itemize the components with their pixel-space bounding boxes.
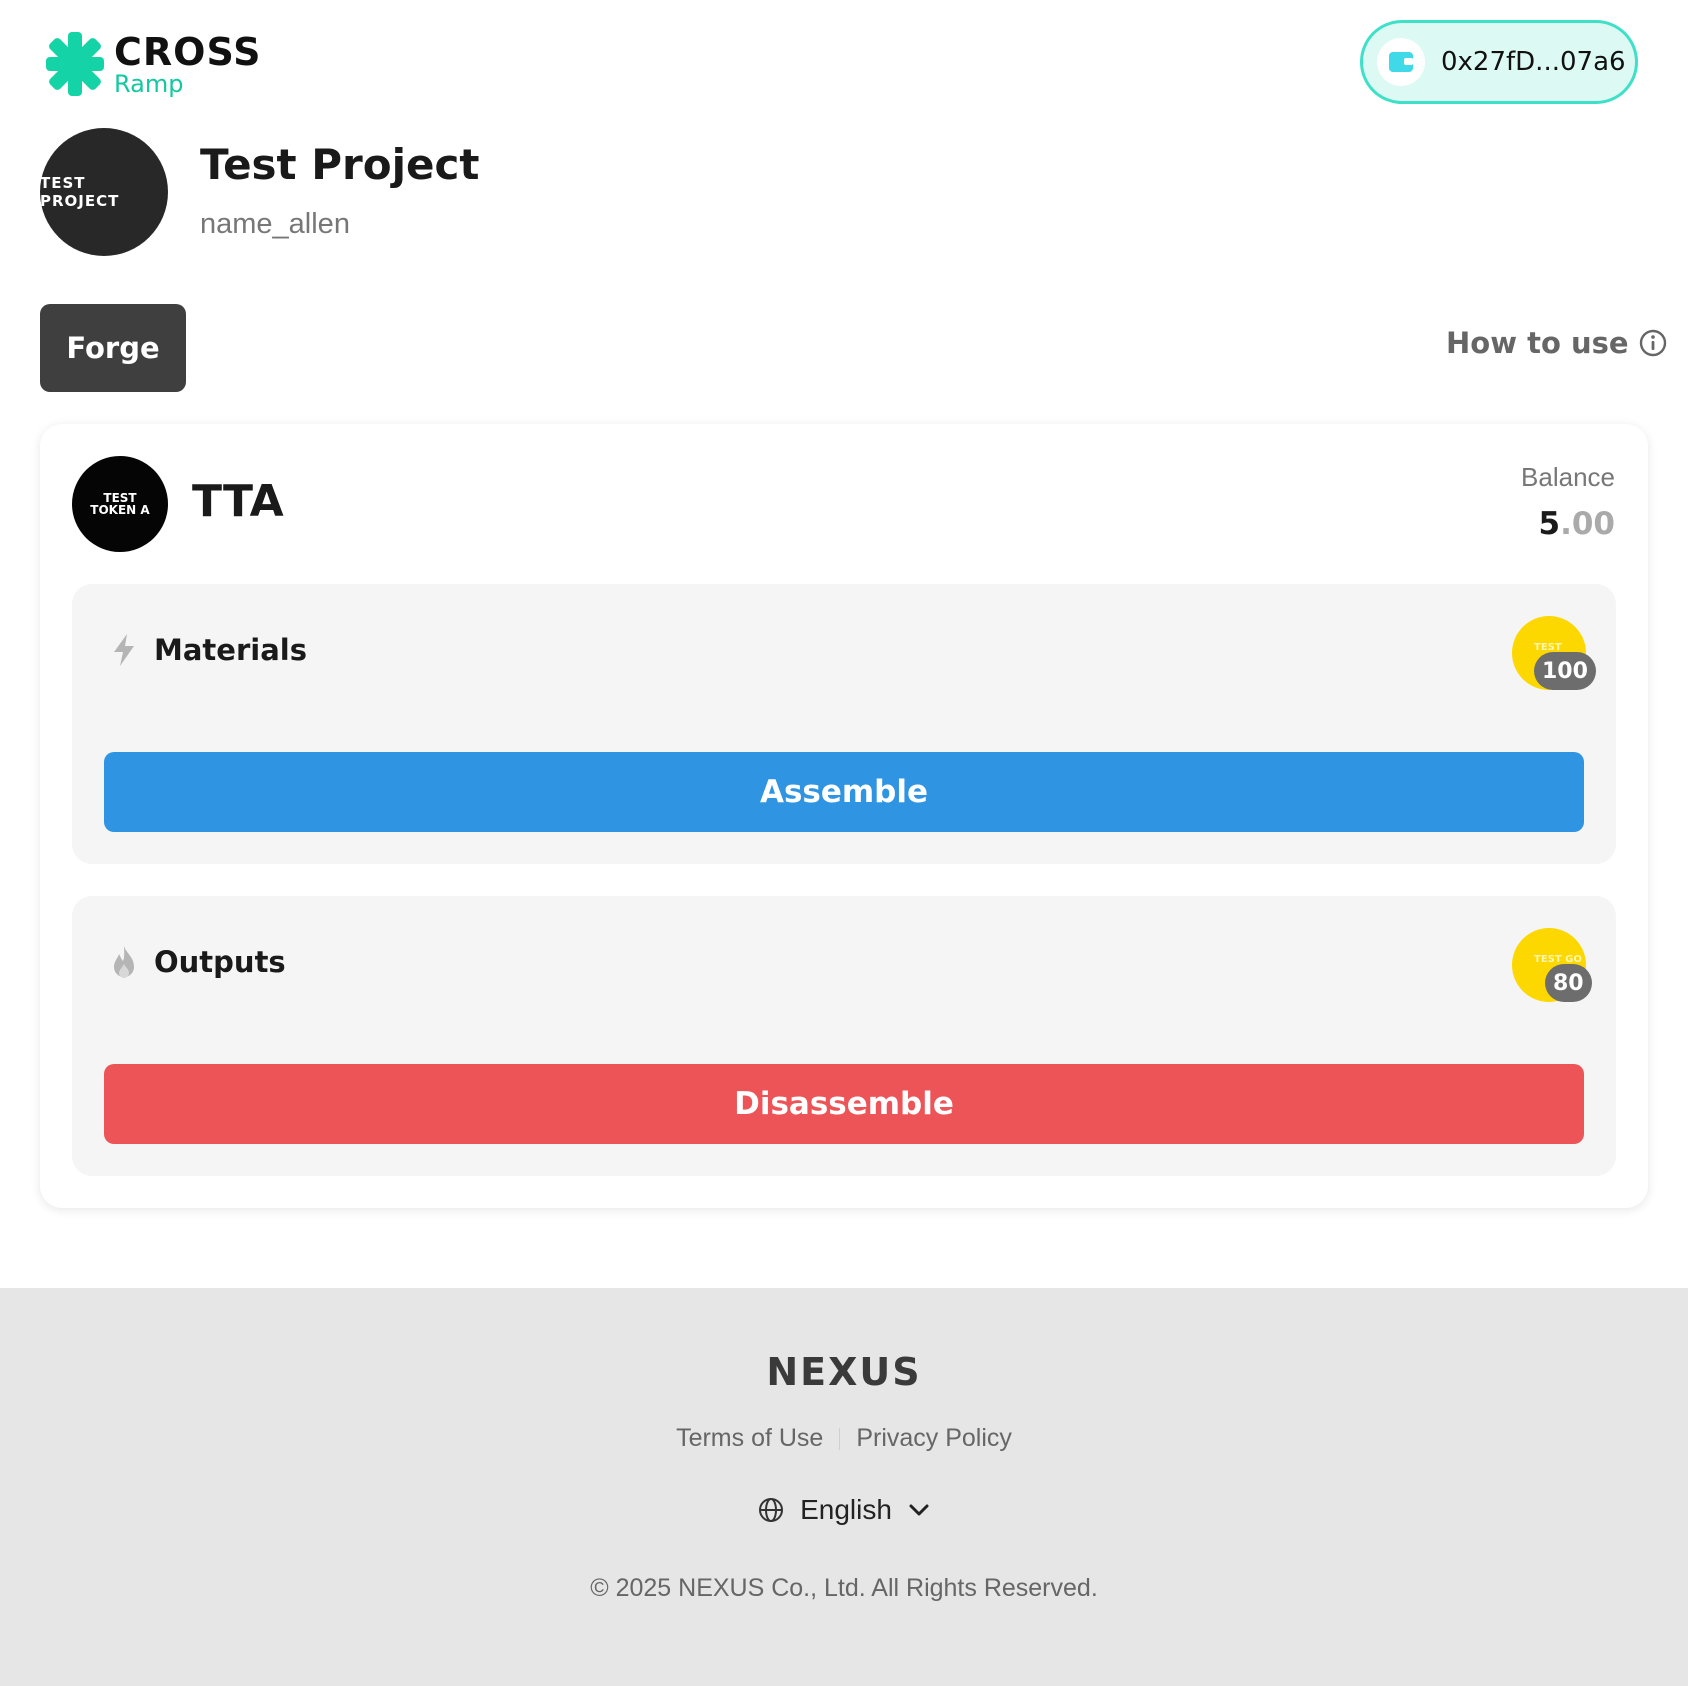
outputs-header: Outputs — [108, 944, 286, 980]
balance-value: 5.00 — [1539, 506, 1616, 542]
footer-brand-logo: NEXUS — [766, 1350, 922, 1394]
flame-icon — [114, 946, 134, 978]
outputs-title: Outputs — [154, 945, 286, 979]
how-to-use-label: How to use — [1446, 326, 1629, 360]
project-avatar-text: TEST PROJECT — [40, 174, 120, 210]
project-username: name_allen — [200, 208, 350, 240]
balance-decimal: .00 — [1560, 506, 1615, 542]
lightning-icon — [114, 634, 134, 666]
link-divider — [839, 1427, 841, 1450]
balance-integer: 5 — [1538, 506, 1561, 542]
project-title: Test Project — [200, 140, 480, 189]
chevron-down-icon — [909, 1504, 929, 1516]
how-to-use-link[interactable]: How to use — [1446, 326, 1667, 360]
footer-links: Terms of Use Privacy Policy — [0, 1424, 1688, 1453]
logo-title: CROSS — [114, 30, 262, 74]
disassemble-button[interactable]: Disassemble — [104, 1064, 1584, 1144]
logo-subtitle: Ramp — [114, 70, 184, 98]
output-quantity-badge: 80 — [1545, 964, 1592, 1002]
terms-of-use-link[interactable]: Terms of Use — [676, 1424, 823, 1453]
forge-tab-button[interactable]: Forge — [40, 304, 186, 392]
balance-label: Balance — [1521, 462, 1615, 492]
language-label: English — [800, 1494, 892, 1525]
privacy-policy-link[interactable]: Privacy Policy — [856, 1424, 1012, 1453]
logo-mark-icon — [46, 32, 104, 96]
token-name: TTA — [192, 476, 284, 527]
globe-icon — [759, 1498, 784, 1522]
materials-header: Materials — [108, 632, 307, 668]
token-avatar-line2: TOKEN A — [90, 503, 150, 517]
materials-title: Materials — [154, 633, 307, 667]
token-avatar: TEST TOKEN A — [72, 456, 168, 552]
wallet-button[interactable]: 0x27fD...07a6 — [1360, 20, 1638, 104]
project-avatar: TEST PROJECT — [40, 128, 168, 256]
wallet-icon — [1377, 38, 1425, 86]
footer — [0, 1288, 1688, 1686]
wallet-address: 0x27fD...07a6 — [1441, 47, 1626, 77]
copyright-text: © 2025 NEXUS Co., Ltd. All Rights Reserv… — [590, 1574, 1098, 1602]
language-selector[interactable]: English — [0, 1494, 1688, 1526]
assemble-button[interactable]: Assemble — [104, 752, 1584, 832]
cross-ramp-logo[interactable]: CROSS Ramp — [46, 30, 286, 100]
material-quantity-badge: 100 — [1534, 652, 1596, 690]
info-icon — [1639, 329, 1666, 357]
